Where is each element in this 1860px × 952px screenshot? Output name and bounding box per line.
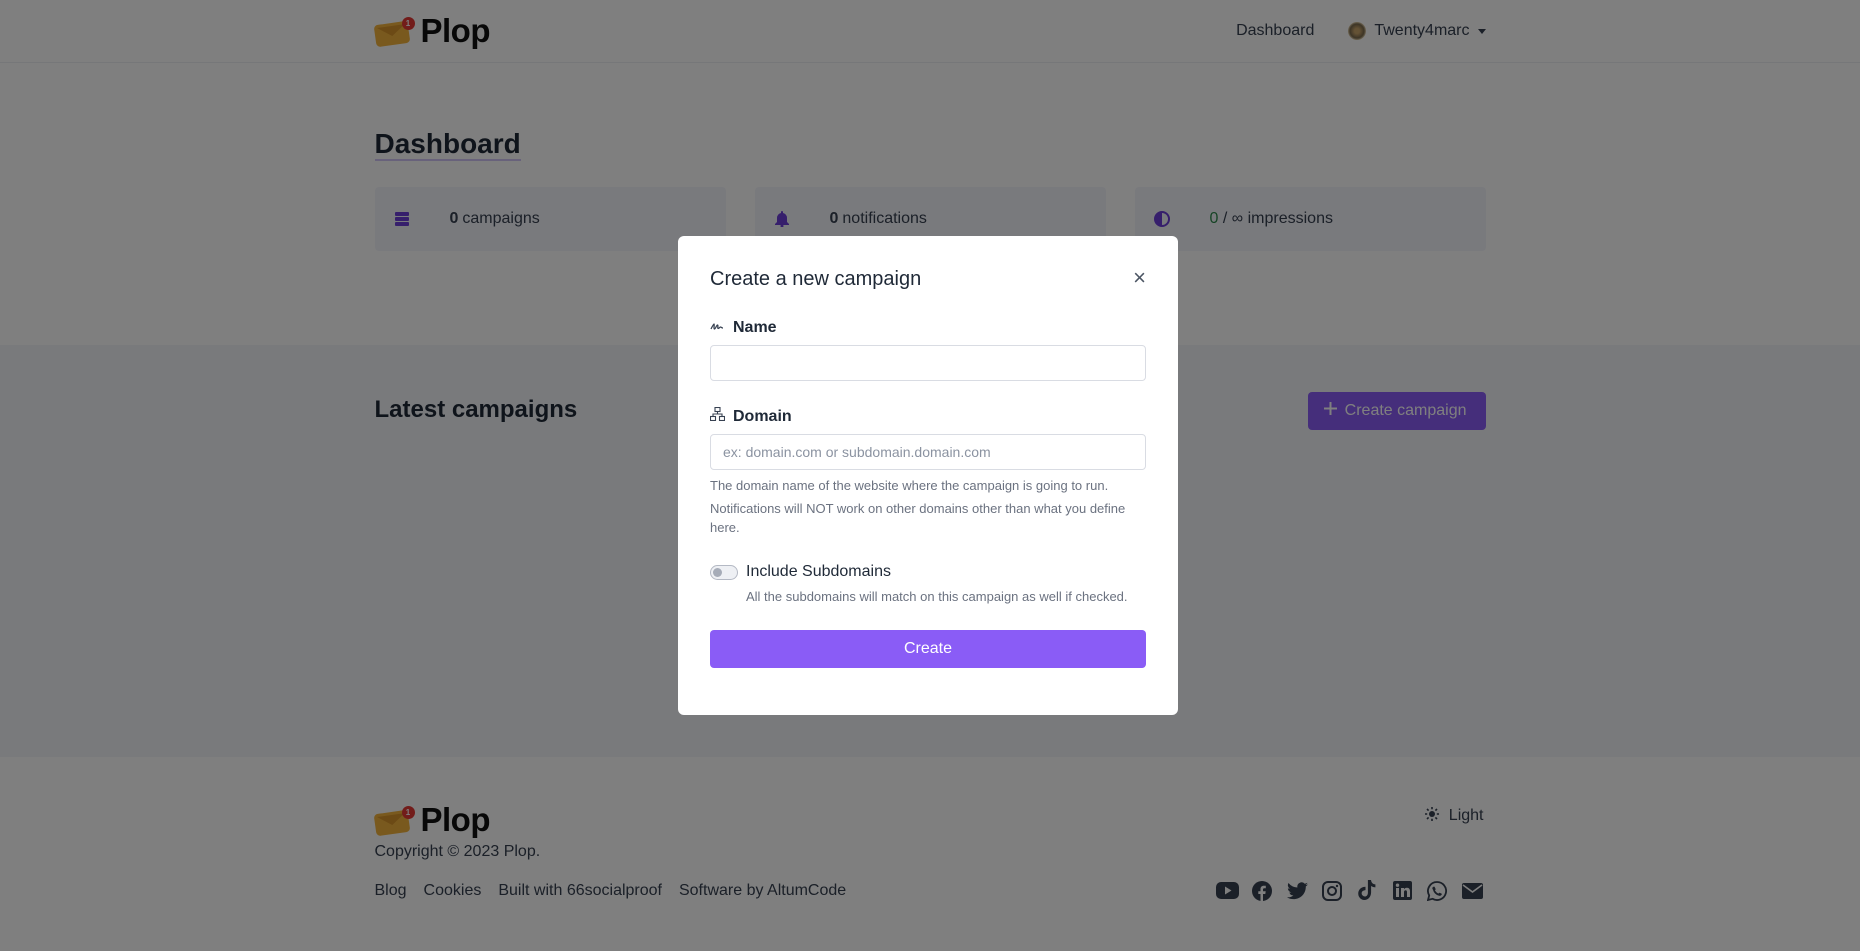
create-button[interactable]: Create [710, 630, 1146, 668]
sitemap-icon [709, 406, 726, 426]
modal-title: Create a new campaign [710, 268, 922, 290]
signature-icon [710, 319, 725, 337]
name-label: Name [710, 319, 1146, 337]
include-subdomains-label[interactable]: Include Subdomains [746, 563, 891, 581]
include-subdomains-toggle[interactable] [710, 564, 738, 580]
domain-field[interactable] [710, 434, 1146, 470]
include-subdomains-help: All the subdomains will match on this ca… [746, 589, 1128, 604]
close-icon[interactable]: × [1133, 266, 1146, 288]
create-campaign-modal: Create a new campaign × Name Domain The … [678, 236, 1178, 715]
domain-help-text: The domain name of the website where the… [710, 478, 1126, 535]
name-field[interactable] [710, 345, 1146, 381]
domain-label: Domain [709, 406, 1146, 426]
